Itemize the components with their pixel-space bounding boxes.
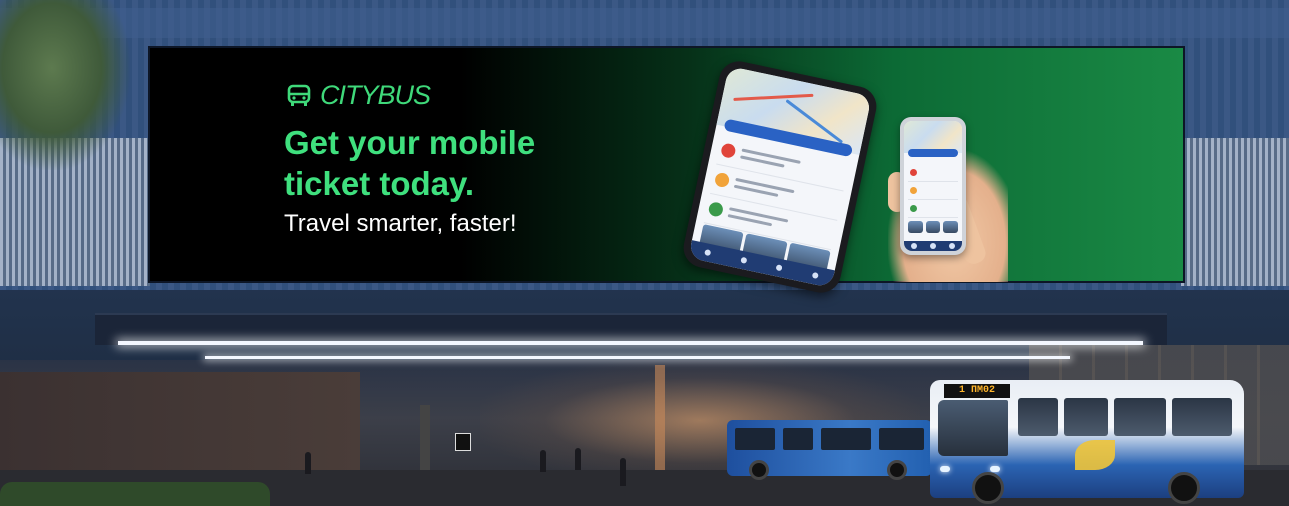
billboard-headline: Get your mobile ticket today. <box>284 124 536 202</box>
phone-small <box>900 117 966 255</box>
pillar <box>420 405 430 475</box>
person <box>540 450 546 472</box>
bus-station-scene: CITYBUS Get your mobile ticket today. Tr… <box>0 0 1289 506</box>
person <box>305 452 311 474</box>
bus-livery-swoosh <box>1075 440 1115 470</box>
route-row <box>908 165 958 182</box>
facade-slats-right <box>1181 138 1289 286</box>
person <box>575 448 581 470</box>
bus-windshield <box>938 400 1008 456</box>
tree <box>0 0 130 170</box>
route-row <box>908 201 958 218</box>
canopy-light-strip <box>118 341 1143 345</box>
app-navbar <box>904 241 962 251</box>
phone-small-screen <box>904 121 962 251</box>
brand-name: CITYBUS <box>320 80 431 110</box>
photo-strip <box>908 221 959 233</box>
hedge <box>0 482 270 506</box>
bus-headlight <box>940 466 950 472</box>
route-search-bar <box>908 149 958 157</box>
bus-wheel <box>972 472 1004 504</box>
billboard-brand: CITYBUS <box>286 80 431 111</box>
billboard-tagline: Travel smarter, faster! <box>284 210 517 237</box>
bus-destination-sign: 1 ПМ02 <box>944 384 1010 398</box>
bus-small <box>727 420 932 480</box>
route-row <box>908 183 958 200</box>
bus-headlight <box>990 466 1000 472</box>
bus-wheel <box>1168 472 1200 504</box>
phone-large-screen <box>688 65 872 289</box>
pillar <box>655 365 665 475</box>
bus-icon <box>287 84 311 106</box>
facade-band <box>0 8 1289 38</box>
canopy-light-strip <box>205 356 1070 359</box>
person <box>620 458 626 486</box>
station-sign <box>455 433 471 451</box>
